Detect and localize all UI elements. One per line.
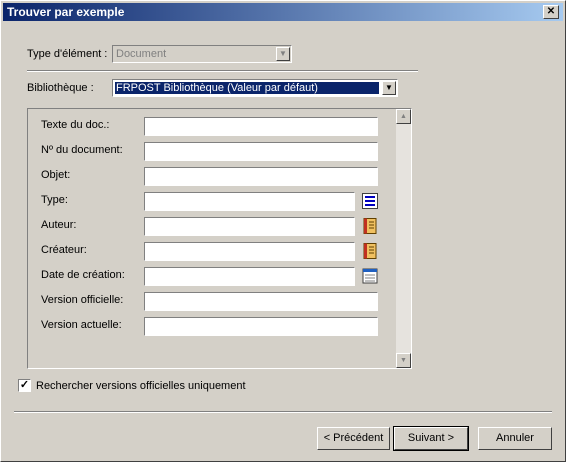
element-type-value: Document — [116, 48, 167, 60]
close-icon: ✕ — [546, 6, 556, 17]
title-bar[interactable]: Trouver par exemple ✕ — [3, 3, 563, 21]
field-label-creator: Créateur: — [41, 244, 87, 256]
book-icon[interactable] — [361, 217, 379, 235]
doc-number-input[interactable] — [144, 142, 378, 161]
next-button[interactable]: Suivant > — [393, 426, 469, 451]
creation-date-input[interactable] — [144, 267, 355, 286]
vertical-scrollbar[interactable]: ▲ ▼ — [396, 109, 411, 368]
field-label-subject: Objet: — [41, 169, 71, 181]
element-type-select: Document ▼ — [112, 45, 292, 63]
chevron-down-icon[interactable]: ▼ — [382, 81, 396, 95]
previous-button[interactable]: < Précédent — [317, 427, 390, 450]
field-label-author: Auteur: — [41, 219, 77, 231]
subject-input[interactable] — [144, 167, 378, 186]
scroll-up-icon[interactable]: ▲ — [396, 109, 411, 124]
separator — [14, 411, 552, 413]
field-label-official-version: Version officielle: — [41, 294, 124, 306]
window-title: Trouver par exemple — [7, 5, 125, 19]
field-label-creation-date: Date de création: — [41, 269, 125, 281]
list-icon[interactable] — [361, 192, 379, 210]
field-label-current-version: Version actuelle: — [41, 319, 122, 331]
doc-text-input[interactable] — [144, 117, 378, 136]
official-only-checkbox[interactable]: ✓ — [18, 379, 31, 392]
checkmark-icon: ✓ — [19, 379, 30, 391]
field-label-doc-number: Nº du document: — [41, 144, 123, 156]
chevron-down-icon: ▼ — [276, 47, 290, 61]
creator-input[interactable] — [144, 242, 355, 261]
author-input[interactable] — [144, 217, 355, 236]
dialog-window: Trouver par exemple ✕ Type d'élément : D… — [0, 0, 566, 462]
official-only-label[interactable]: Rechercher versions officielles uniqueme… — [36, 380, 246, 392]
scroll-down-icon[interactable]: ▼ — [396, 353, 411, 368]
type-input[interactable] — [144, 192, 355, 211]
official-version-input[interactable] — [144, 292, 378, 311]
library-label: Bibliothèque : — [27, 82, 94, 94]
field-label-doc-text: Texte du doc.: — [41, 119, 110, 131]
calendar-icon[interactable] — [361, 267, 379, 285]
element-type-label: Type d'élément : — [27, 48, 108, 60]
separator — [27, 70, 418, 72]
field-label-type: Type: — [41, 194, 68, 206]
close-button[interactable]: ✕ — [543, 5, 559, 19]
book-icon[interactable] — [361, 242, 379, 260]
current-version-input[interactable] — [144, 317, 378, 336]
library-value: FRPOST Bibliothèque (Valeur par défaut) — [115, 82, 379, 94]
cancel-button[interactable]: Annuler — [478, 427, 552, 450]
library-select[interactable]: FRPOST Bibliothèque (Valeur par défaut) … — [112, 79, 398, 97]
